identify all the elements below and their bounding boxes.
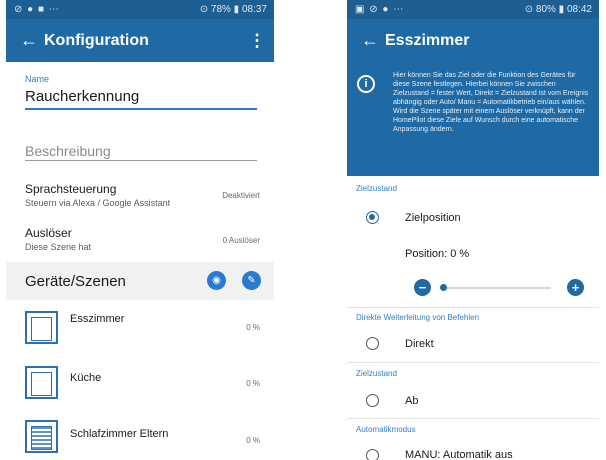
voice-control-value: Deaktiviert xyxy=(222,191,260,200)
info-icon: i xyxy=(357,75,375,93)
name-input[interactable]: Raucherkennung xyxy=(25,88,139,105)
devices-section-header: Geräte/Szenen ◉ ✎ xyxy=(6,262,274,300)
option-state-down[interactable]: Ab xyxy=(405,395,418,407)
devices-section-title: Geräte/Szenen xyxy=(25,273,126,290)
radio-direct[interactable] xyxy=(366,337,379,350)
name-input-underline xyxy=(25,108,257,110)
option-automatic-off[interactable]: MANU: Automatik aus xyxy=(405,449,513,460)
status-icons-left: ⊘ ● ■ ⋯ xyxy=(14,4,60,15)
phone-left-configuration: ⊘ ● ■ ⋯ ⊙ 78% ▮ 08:37 ← Konfiguration ⋮ … xyxy=(6,0,274,460)
info-text: Hier können Sie das Ziel oder die Funkti… xyxy=(393,72,589,133)
name-field-label: Name xyxy=(25,74,50,84)
blind-closed-icon xyxy=(25,420,58,453)
status-battery-time: ⊙ 80% ▮ 08:42 xyxy=(524,4,592,15)
radio-target-position[interactable] xyxy=(366,211,379,224)
section-label-state: Zielzustand xyxy=(356,369,397,378)
description-input-underline xyxy=(25,160,257,161)
info-banner: i Hier können Sie das Ziel oder die Funk… xyxy=(347,62,599,176)
device-name: Esszimmer xyxy=(70,313,125,325)
trigger-value: 0 Auslöser xyxy=(222,236,260,245)
option-target-position[interactable]: Zielposition xyxy=(405,212,461,224)
phone-right-device-detail: ▣ ⊘ ● ⋯ ⊙ 80% ▮ 08:42 ← Esszimmer i Hier… xyxy=(347,0,599,460)
description-input[interactable]: Beschreibung xyxy=(25,143,111,159)
app-bar: ← Esszimmer xyxy=(347,19,599,62)
status-battery-time: ⊙ 78% ▮ 08:37 xyxy=(199,4,267,15)
status-icons-left: ▣ ⊘ ● ⋯ xyxy=(355,4,405,15)
section-label-automatic: Automatikmodus xyxy=(356,425,416,434)
device-name: Schlafzimmer Eltern xyxy=(70,428,169,440)
device-position: 0 % xyxy=(246,323,260,332)
device-position: 0 % xyxy=(246,436,260,445)
trigger-title: Auslöser xyxy=(25,226,72,240)
slider-increase-button[interactable]: + xyxy=(567,279,584,296)
divider xyxy=(347,362,599,363)
trigger-subtitle: Diese Szene hat xyxy=(25,242,92,252)
position-readout: Position: 0 % xyxy=(405,248,470,260)
back-arrow-icon[interactable]: ← xyxy=(6,30,44,51)
page-title: Konfiguration xyxy=(44,31,149,49)
position-slider-track[interactable] xyxy=(443,287,551,289)
divider xyxy=(347,307,599,308)
overflow-menu-icon[interactable]: ⋮ xyxy=(246,31,268,51)
section-label-direct: Direkte Weiterleitung von Befehlen xyxy=(356,313,480,322)
status-bar: ▣ ⊘ ● ⋯ ⊙ 80% ▮ 08:42 xyxy=(347,0,599,19)
blind-open-icon xyxy=(25,366,58,399)
position-slider-thumb[interactable] xyxy=(440,284,447,291)
status-bar: ⊘ ● ■ ⋯ ⊙ 78% ▮ 08:37 xyxy=(6,0,274,19)
section-label-target: Zielzustand xyxy=(356,184,397,193)
radio-automatic-off[interactable] xyxy=(366,449,379,460)
voice-control-title: Sprachsteuerung xyxy=(25,182,117,196)
back-arrow-icon[interactable]: ← xyxy=(347,30,385,51)
voice-control-subtitle: Steuern via Alexa / Google Assistant xyxy=(25,198,171,208)
page-title: Esszimmer xyxy=(385,31,470,49)
camera-icon[interactable]: ◉ xyxy=(207,271,226,290)
blind-open-icon xyxy=(25,311,58,344)
slider-decrease-button[interactable]: − xyxy=(414,279,431,296)
device-position: 0 % xyxy=(246,379,260,388)
edit-pencil-icon[interactable]: ✎ xyxy=(242,271,261,290)
option-direct[interactable]: Direkt xyxy=(405,338,434,350)
radio-state-down[interactable] xyxy=(366,394,379,407)
device-name: Küche xyxy=(70,372,102,384)
app-bar: ← Konfiguration ⋮ xyxy=(6,19,274,62)
divider xyxy=(347,418,599,419)
